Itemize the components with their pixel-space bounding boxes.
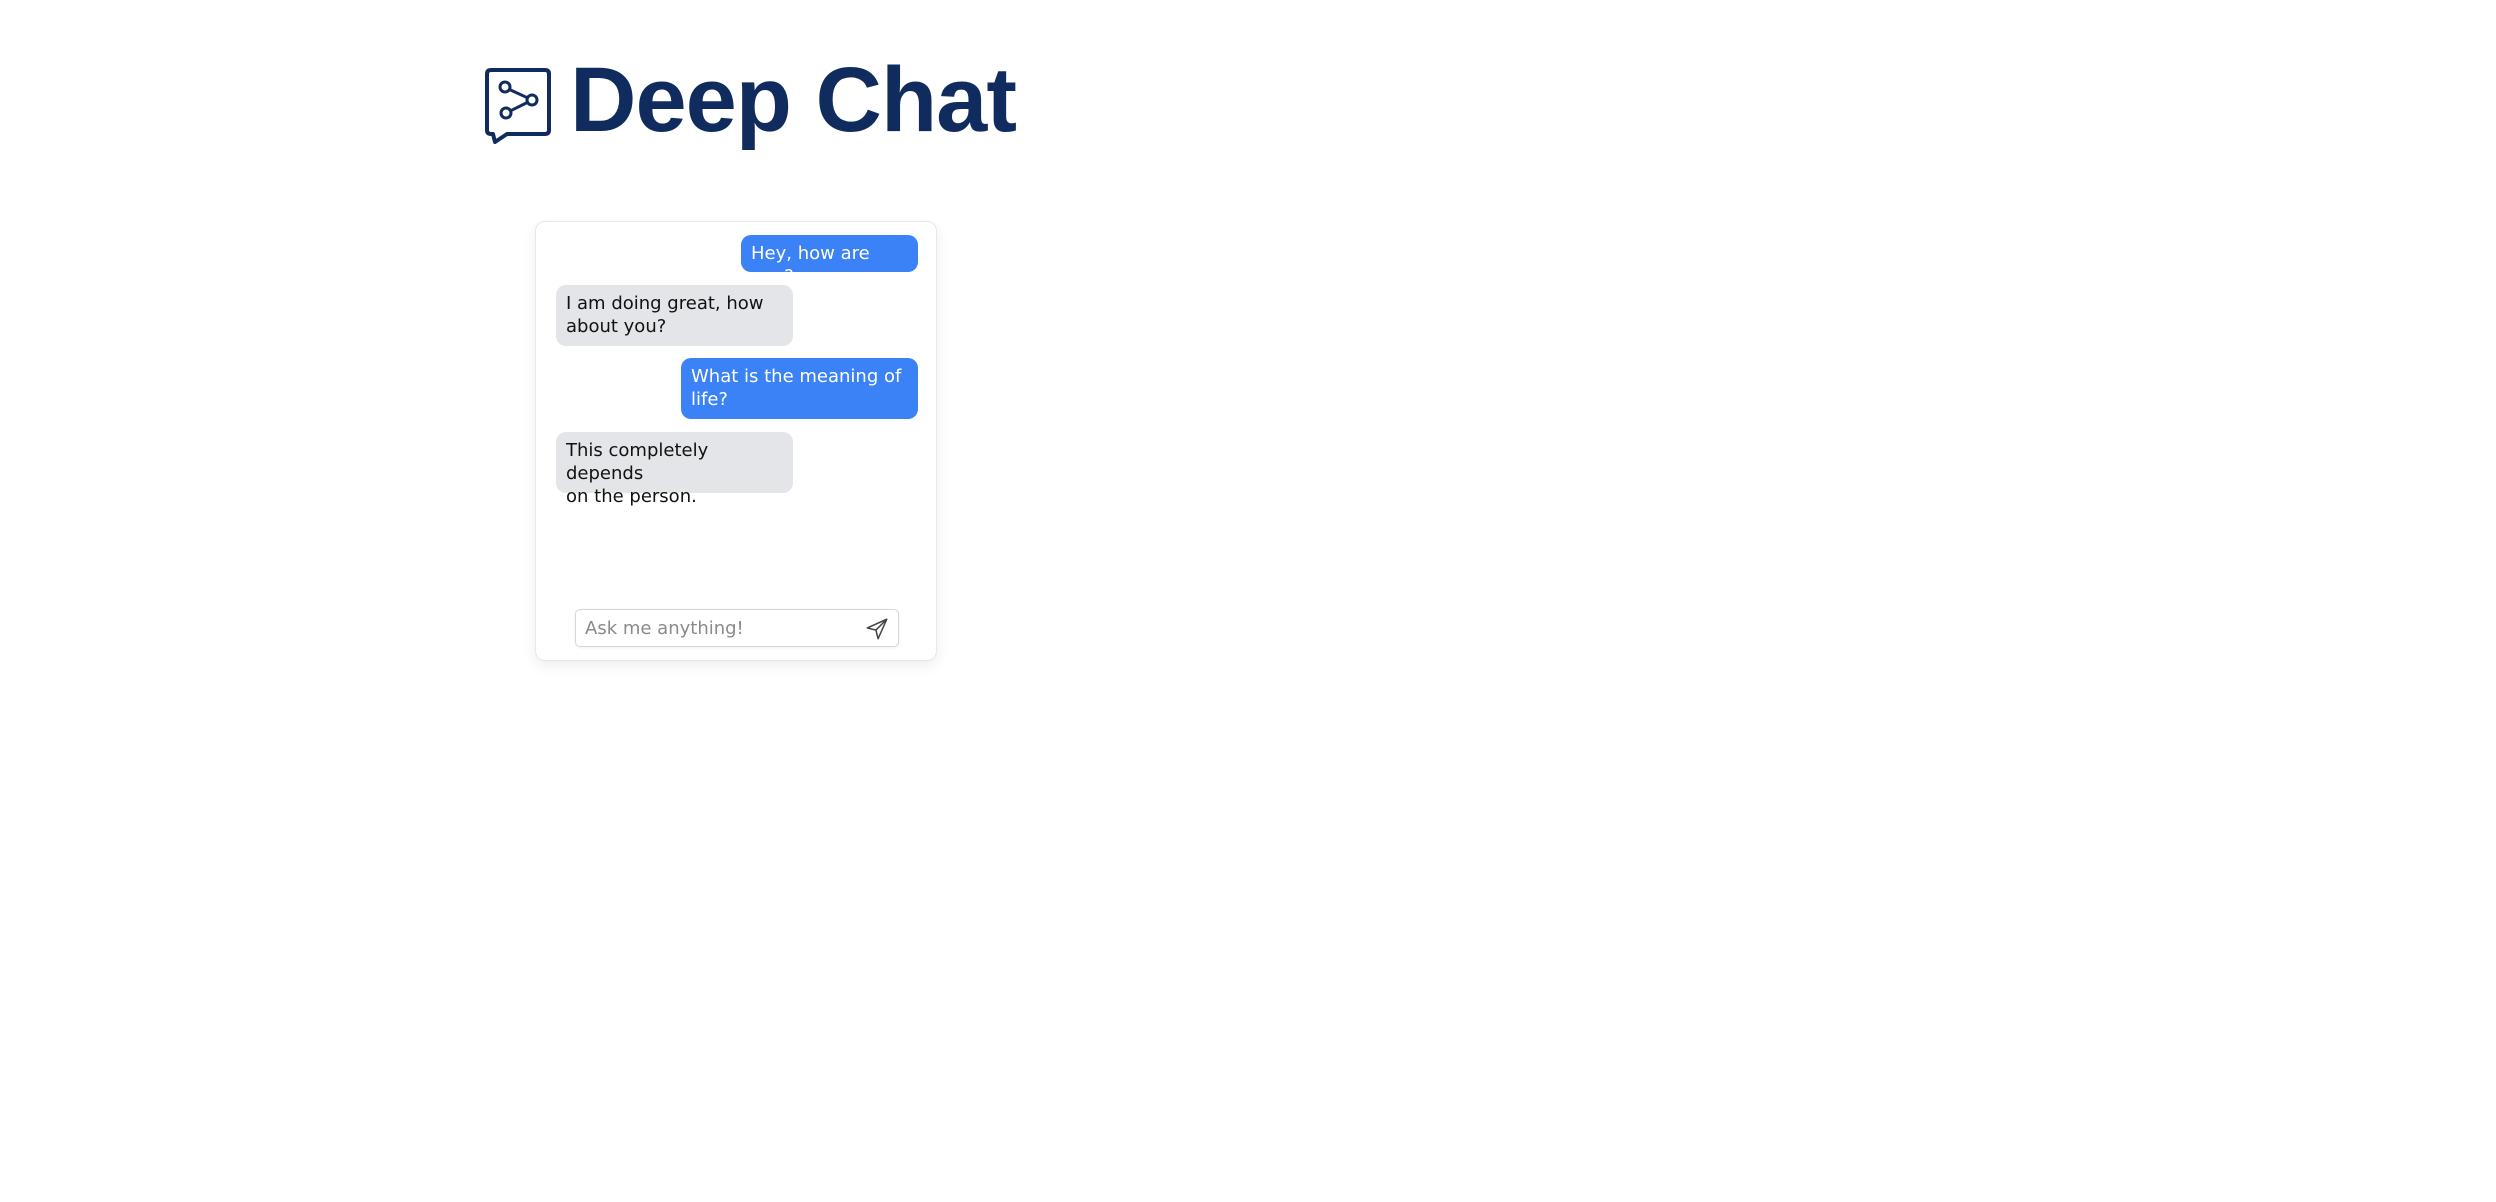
chat-bubble-share-icon <box>485 68 551 144</box>
message-input[interactable] <box>585 610 853 646</box>
user-message: What is the meaning of life? <box>681 358 918 419</box>
header: Deep Chat <box>0 0 1560 170</box>
ai-message: I am doing great, how about you? <box>556 285 793 346</box>
message-input-container <box>575 609 899 647</box>
page-title: Deep Chat <box>570 49 1017 151</box>
ai-message: This completely depends on the person. <box>556 432 793 507</box>
send-icon[interactable] <box>864 616 890 642</box>
chat-panel: Hey, how are you? I am doing great, how … <box>535 221 937 661</box>
user-message: Hey, how are you? <box>741 235 918 287</box>
